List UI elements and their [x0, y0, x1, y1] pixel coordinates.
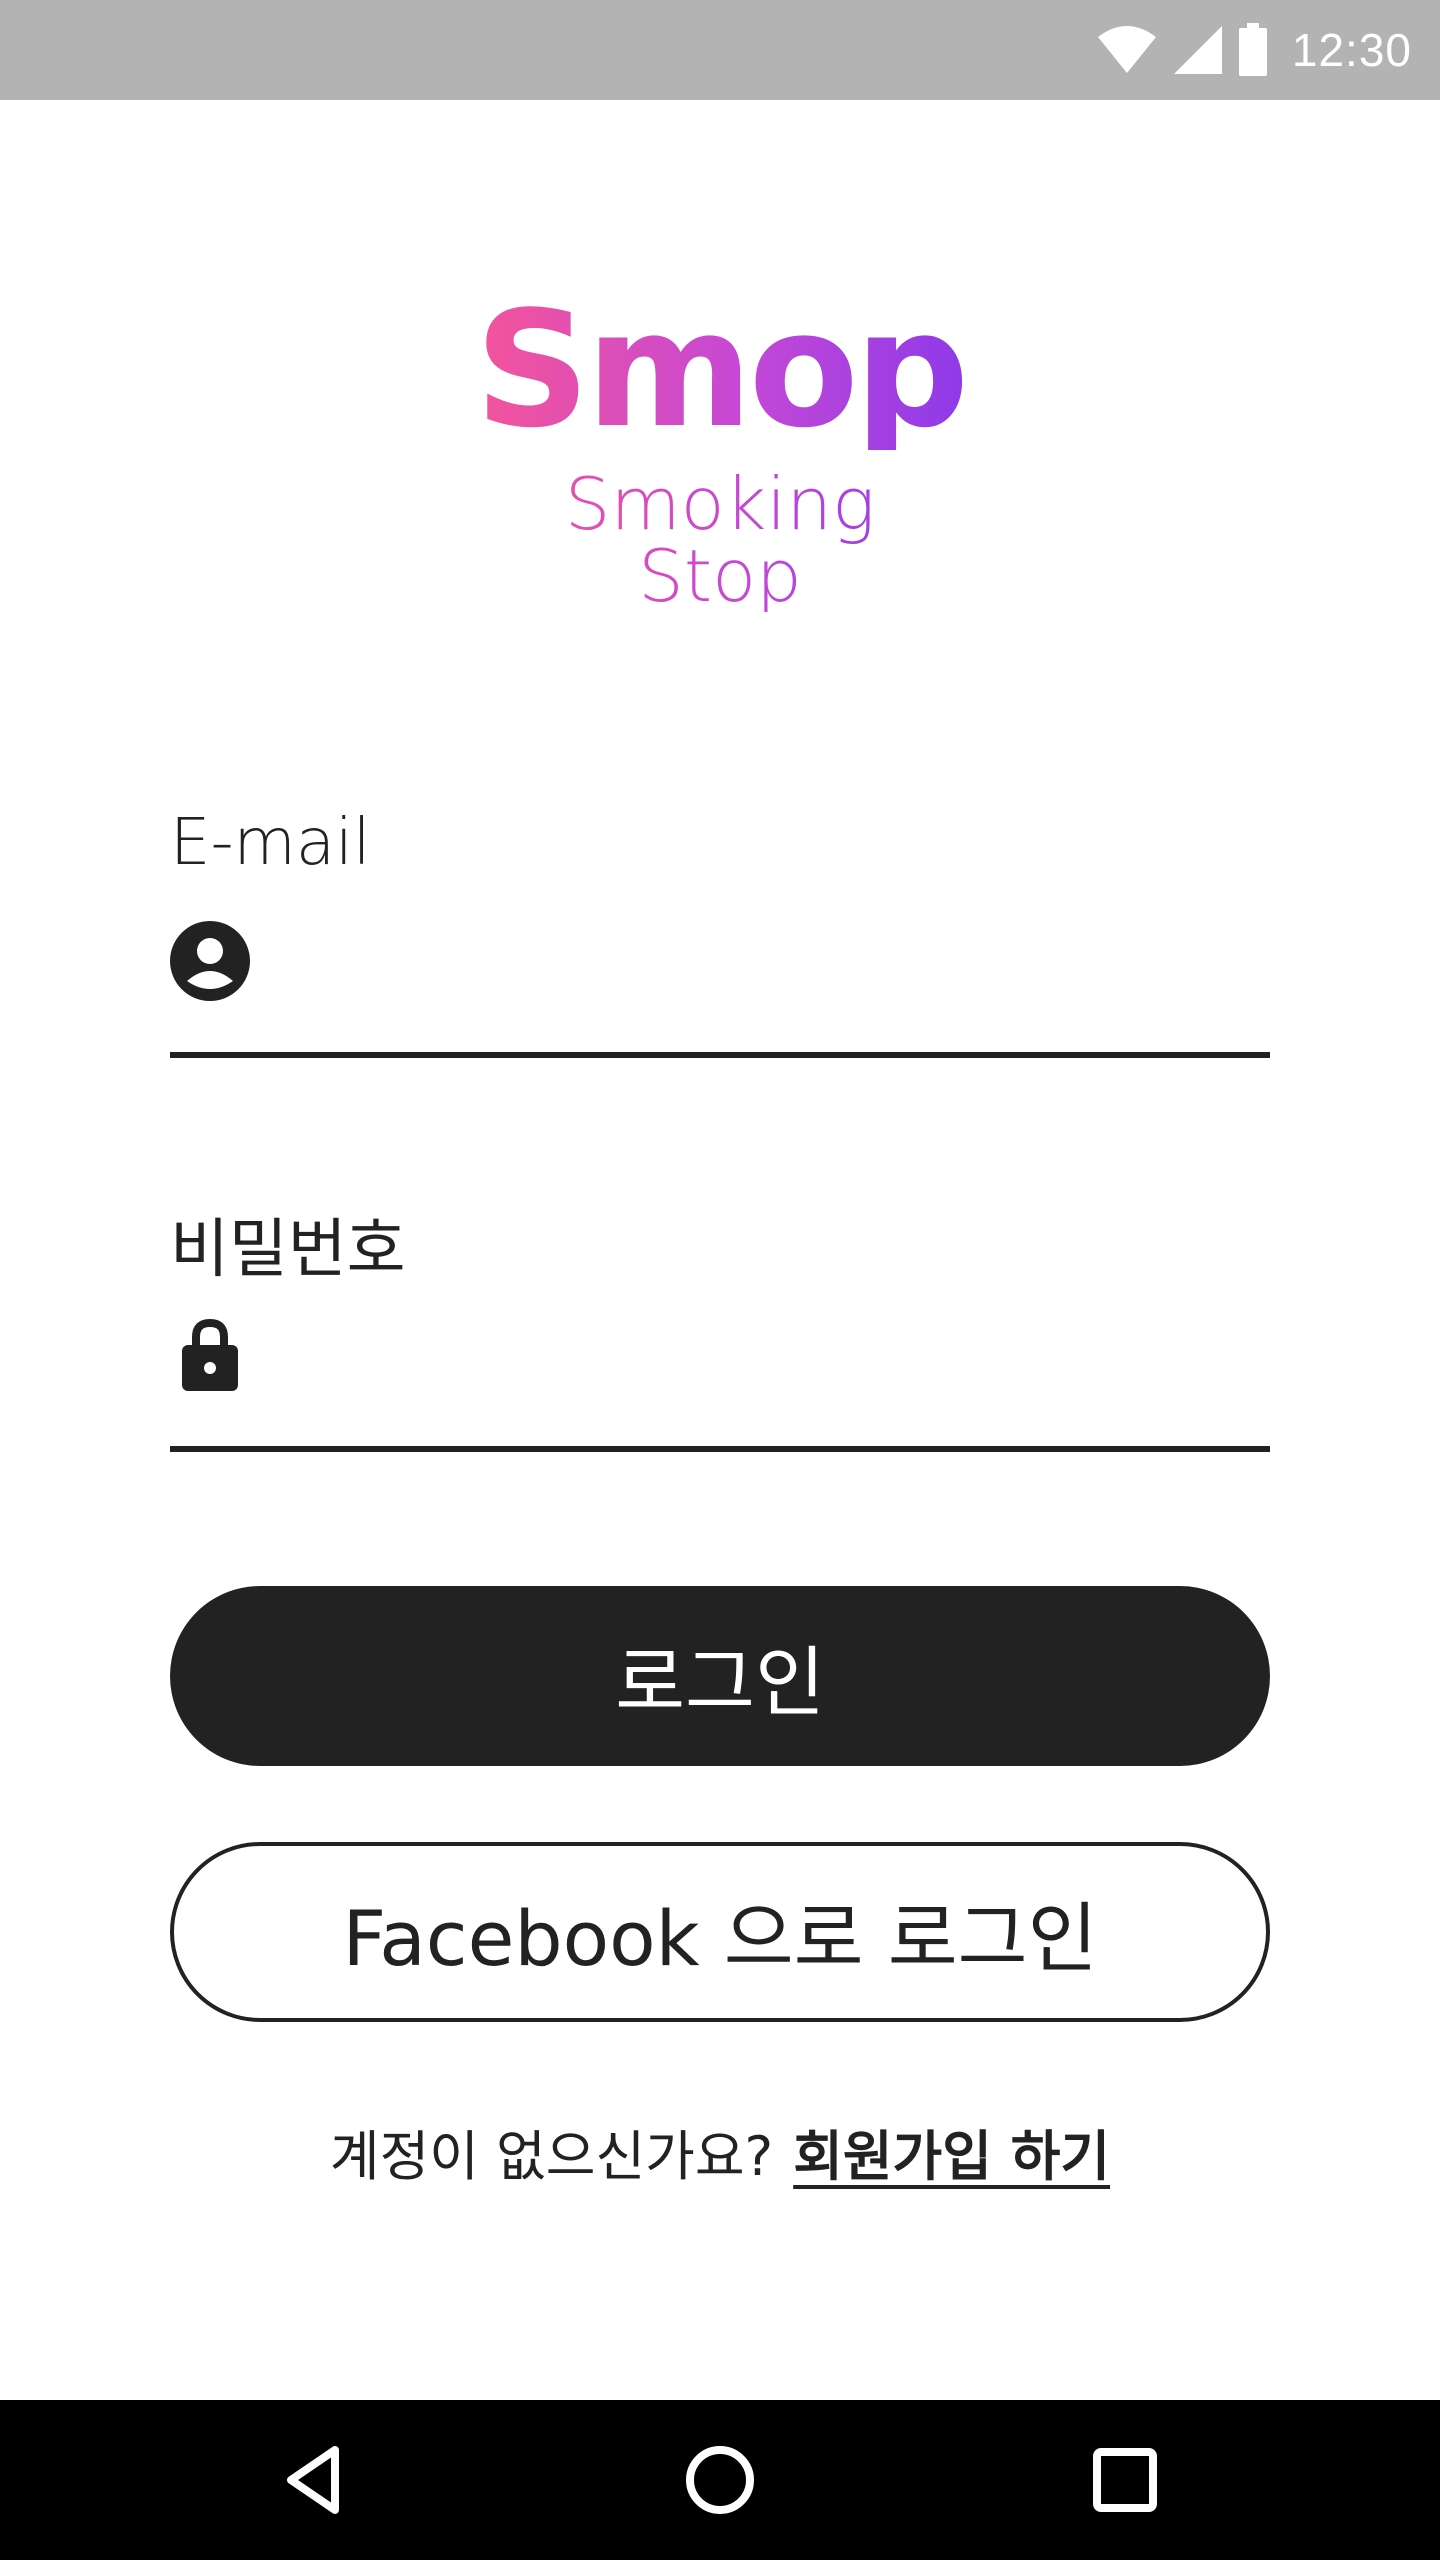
account-circle-icon	[170, 921, 250, 1001]
lock-icon	[182, 1318, 238, 1391]
facebook-login-label: Facebook 으로 로그인	[342, 1894, 1098, 1983]
logo-subtitle: Smoking Stop	[485, 468, 955, 612]
email-input[interactable]	[280, 915, 1270, 1007]
status-bar: 12:30	[0, 0, 1440, 100]
wifi-icon	[1097, 26, 1156, 73]
status-time: 12:30	[1291, 24, 1412, 76]
signup-prompt-row: 계정이 없으신가요? 회원가입 하기	[0, 2112, 1440, 2191]
recents-icon[interactable]	[1085, 2440, 1165, 2520]
login-button[interactable]: 로그인	[170, 1586, 1270, 1766]
email-row	[170, 906, 1270, 1016]
password-input[interactable]	[280, 1307, 1270, 1399]
home-icon[interactable]	[680, 2440, 760, 2520]
password-label: 비밀번호	[170, 1213, 406, 1287]
email-label: E-mail	[170, 806, 371, 880]
battery-icon	[1238, 23, 1267, 76]
password-underline	[170, 1446, 1270, 1452]
logo-title: Smop	[474, 276, 969, 463]
login-screen: 12:30 Smop Smoking Stop E-mail 비밀번호 로그인 …	[0, 0, 1440, 2560]
password-field-group: 비밀번호	[170, 1198, 1270, 1458]
status-icons: 12:30	[1096, 0, 1412, 100]
password-row	[170, 1298, 1270, 1408]
facebook-login-button[interactable]: Facebook 으로 로그인	[170, 1842, 1270, 2022]
signup-link[interactable]: 회원가입 하기	[793, 2125, 1110, 2188]
login-button-label: 로그인	[615, 1638, 825, 1727]
navigation-bar	[0, 2400, 1440, 2560]
email-underline	[170, 1052, 1270, 1058]
back-icon[interactable]	[275, 2440, 355, 2520]
signal-icon	[1173, 26, 1222, 74]
email-field-group: E-mail	[170, 806, 1270, 1066]
signup-prompt: 계정이 없으신가요?	[329, 2125, 774, 2188]
app-logo: Smop Smoking Stop	[0, 276, 1440, 613]
